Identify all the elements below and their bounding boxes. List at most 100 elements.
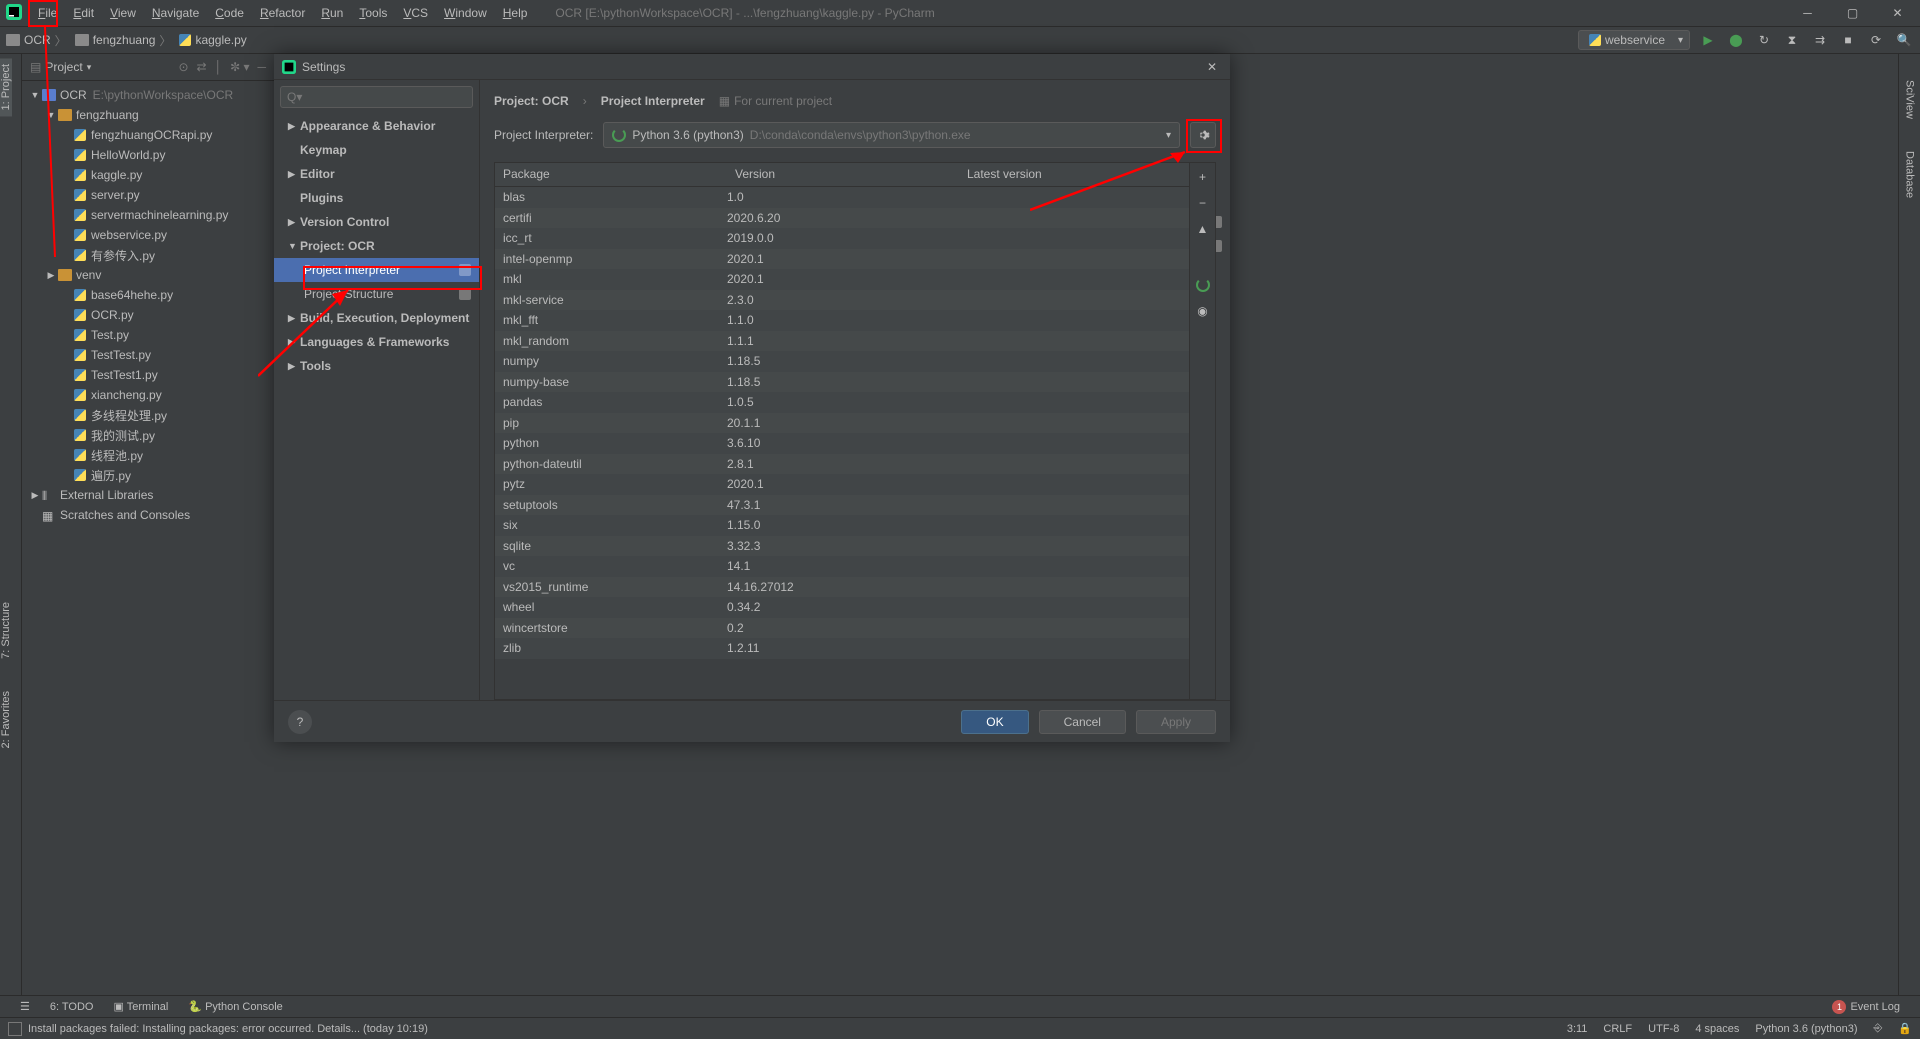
apply-button[interactable]: Apply (1136, 710, 1216, 734)
tree-item[interactable]: servermachinelearning.py (22, 205, 274, 225)
breadcrumb-folder[interactable]: fengzhuang〉 (75, 32, 176, 49)
header-package[interactable]: Package (495, 163, 727, 186)
package-row[interactable]: pytz2020.1 (495, 474, 1189, 495)
project-tool-tab[interactable]: 1: Project (0, 58, 12, 116)
project-header-title[interactable]: ▤ Project ▾ (30, 60, 91, 74)
tree-item[interactable]: HelloWorld.py (22, 145, 274, 165)
package-row[interactable]: pip20.1.1 (495, 413, 1189, 434)
tree-item[interactable]: Test.py (22, 325, 274, 345)
interpreter-settings-button[interactable] (1190, 122, 1216, 148)
package-row[interactable]: wheel0.34.2 (495, 597, 1189, 618)
memory-indicator-icon[interactable]: 🔒 (1898, 1022, 1912, 1035)
structure-tool-tab[interactable]: 7: Structure (0, 596, 12, 665)
package-rows[interactable]: blas1.0certifi2020.6.20icc_rt2019.0.0int… (495, 187, 1189, 659)
package-row[interactable]: python3.6.10 (495, 433, 1189, 454)
package-row[interactable]: numpy1.18.5 (495, 351, 1189, 372)
settings-keymap[interactable]: Keymap (274, 138, 479, 162)
file-encoding[interactable]: UTF-8 (1648, 1023, 1679, 1035)
line-separator[interactable]: CRLF (1603, 1023, 1632, 1035)
menu-navigate[interactable]: Navigate (144, 2, 207, 24)
package-row[interactable]: intel-openmp2020.1 (495, 249, 1189, 270)
package-row[interactable]: sqlite3.32.3 (495, 536, 1189, 557)
collapse-icon[interactable]: │ (215, 60, 223, 74)
menu-tools[interactable]: Tools (351, 2, 395, 24)
status-message[interactable]: Install packages failed: Installing pack… (28, 1023, 428, 1035)
tree-item[interactable]: 多线程处理.py (22, 405, 274, 425)
event-log-tab[interactable]: 1Event Log (1832, 1000, 1900, 1014)
todo-tab[interactable]: 6: TODO (50, 1001, 94, 1013)
menu-file[interactable]: File (30, 2, 65, 24)
terminal-tab[interactable]: ▣ Terminal (113, 1000, 168, 1013)
status-window-icon[interactable] (8, 1022, 22, 1036)
header-latest[interactable]: Latest version (959, 163, 1189, 186)
menu-window[interactable]: Window (436, 2, 495, 24)
menu-view[interactable]: View (102, 2, 144, 24)
tree-item[interactable]: xiancheng.py (22, 385, 274, 405)
breadcrumb-file[interactable]: kaggle.py (179, 33, 246, 47)
search-button[interactable]: 🔍 (1894, 30, 1914, 50)
settings-editor[interactable]: ▶Editor (274, 162, 479, 186)
debug-button[interactable]: ⬤ (1726, 30, 1746, 50)
tree-item[interactable]: 我的测试.py (22, 425, 274, 445)
tree-item[interactable]: OCR.py (22, 305, 274, 325)
menu-code[interactable]: Code (207, 2, 252, 24)
settings-icon[interactable]: ✼ ▾ (230, 60, 249, 74)
project-tree[interactable]: ▼OCRE:\pythonWorkspace\OCR▼fengzhuangfen… (22, 81, 274, 529)
package-row[interactable]: six1.15.0 (495, 515, 1189, 536)
indent-info[interactable]: 4 spaces (1695, 1023, 1739, 1035)
tree-item[interactable]: 有参传入.py (22, 245, 274, 265)
package-row[interactable]: vc14.1 (495, 556, 1189, 577)
tree-item[interactable]: TestTest1.py (22, 365, 274, 385)
menu-vcs[interactable]: VCS (395, 2, 436, 24)
stop-button[interactable]: ■ (1838, 30, 1858, 50)
interpreter-select[interactable]: Python 3.6 (python3) D:\conda\conda\envs… (603, 122, 1180, 148)
tree-item[interactable]: 线程池.py (22, 445, 274, 465)
package-row[interactable]: numpy-base1.18.5 (495, 372, 1189, 393)
settings-crumb-project[interactable]: Project: OCR (494, 94, 569, 108)
dialog-close-button[interactable]: ✕ (1202, 60, 1222, 74)
package-row[interactable]: mkl-service2.3.0 (495, 290, 1189, 311)
menu-refactor[interactable]: Refactor (252, 2, 313, 24)
tree-item[interactable]: ▶⫴External Libraries (22, 485, 274, 505)
package-row[interactable]: certifi2020.6.20 (495, 208, 1189, 229)
tree-item[interactable]: webservice.py (22, 225, 274, 245)
package-row[interactable]: setuptools47.3.1 (495, 495, 1189, 516)
help-button[interactable]: ? (288, 710, 312, 734)
sciview-tool-tab[interactable]: SciView (1904, 74, 1916, 125)
bottom-tabs-icon[interactable]: ☰ (20, 1000, 30, 1013)
ide-status-icon[interactable]: ⎆ (1873, 1022, 1882, 1035)
cancel-button[interactable]: Cancel (1039, 710, 1126, 734)
package-row[interactable]: python-dateutil2.8.1 (495, 454, 1189, 475)
settings-project-interpreter[interactable]: Project Interpreter (274, 258, 479, 282)
package-row[interactable]: pandas1.0.5 (495, 392, 1189, 413)
settings-plugins[interactable]: Plugins (274, 186, 479, 210)
package-row[interactable]: vs2015_runtime14.16.27012 (495, 577, 1189, 598)
run-configuration-select[interactable]: webservice (1578, 30, 1690, 50)
show-early-releases-button[interactable]: ◉ (1193, 301, 1213, 321)
package-row[interactable]: mkl2020.1 (495, 269, 1189, 290)
maximize-button[interactable]: ▢ (1830, 0, 1875, 27)
package-row[interactable]: blas1.0 (495, 187, 1189, 208)
database-tool-tab[interactable]: Database (1904, 145, 1916, 204)
close-button[interactable]: ✕ (1875, 0, 1920, 27)
tree-item[interactable]: 遍历.py (22, 465, 274, 485)
remove-package-button[interactable]: − (1193, 193, 1213, 213)
tree-item[interactable]: ▶venv (22, 265, 274, 285)
upgrade-package-button[interactable]: ▲ (1193, 219, 1213, 239)
tree-item[interactable]: TestTest.py (22, 345, 274, 365)
tree-item[interactable]: ▼fengzhuang (22, 105, 274, 125)
menu-edit[interactable]: Edit (65, 2, 102, 24)
add-package-button[interactable]: + (1193, 167, 1213, 187)
run-button[interactable]: ▶ (1698, 30, 1718, 50)
settings-project[interactable]: ▼Project: OCR (274, 234, 479, 258)
favorites-tool-tab[interactable]: 2: Favorites (0, 685, 12, 754)
python-interpreter-status[interactable]: Python 3.6 (python3) (1755, 1023, 1857, 1035)
package-row[interactable]: mkl_fft1.1.0 (495, 310, 1189, 331)
python-console-tab[interactable]: 🐍 Python Console (188, 1000, 282, 1013)
package-row[interactable]: icc_rt2019.0.0 (495, 228, 1189, 249)
settings-appearance[interactable]: ▶Appearance & Behavior (274, 114, 479, 138)
header-version[interactable]: Version (727, 163, 959, 186)
hide-icon[interactable]: ─ (257, 60, 266, 74)
expand-icon[interactable]: ⇄ (197, 60, 207, 74)
settings-tools[interactable]: ▶Tools (274, 354, 479, 378)
